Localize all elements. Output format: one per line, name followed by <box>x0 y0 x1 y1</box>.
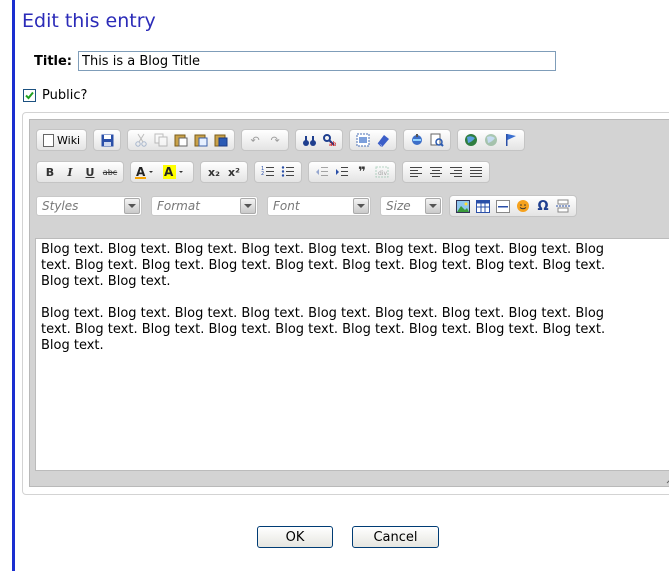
basic-style-group: B I U abc <box>36 161 124 183</box>
subscript-button[interactable]: x₂ <box>204 163 224 181</box>
chevron-down-icon[interactable] <box>425 198 441 214</box>
format-label: Format <box>157 199 200 213</box>
ok-button[interactable]: OK <box>257 526 333 548</box>
cut-icon[interactable] <box>131 131 151 149</box>
public-row: Public? <box>23 88 87 103</box>
text-color-icon[interactable]: A <box>134 163 162 181</box>
toolbar-row-2: B I U abc A A x₂ x² 12 ❞ div <box>36 160 496 184</box>
page-title: Edit this entry <box>22 10 156 32</box>
wiki-group: Wiki <box>36 129 88 151</box>
title-input[interactable] <box>78 51 557 71</box>
indent-icon[interactable] <box>332 163 352 181</box>
styles-combo[interactable]: Styles <box>36 196 142 216</box>
align-center-icon[interactable] <box>426 163 446 181</box>
remove-format-icon[interactable] <box>373 131 393 149</box>
save-icon[interactable] <box>97 131 117 149</box>
special-char-icon[interactable]: Ω <box>533 197 553 215</box>
replace-icon[interactable]: ab <box>319 131 339 149</box>
numbered-list-icon[interactable]: 12 <box>258 163 278 181</box>
title-label: Title: <box>34 53 73 69</box>
preview-icon[interactable] <box>427 131 447 149</box>
redo-icon[interactable]: ↷ <box>265 131 285 149</box>
clipboard-group <box>127 129 236 151</box>
blockquote-icon[interactable]: ❞ <box>352 163 372 181</box>
left-accent-bar <box>12 0 15 571</box>
svg-text:div: div <box>378 170 387 177</box>
bold-button[interactable]: B <box>40 163 60 181</box>
checkmark-icon <box>25 91 34 100</box>
svg-text:ab: ab <box>329 141 336 147</box>
find-icon[interactable] <box>299 131 319 149</box>
undo-icon[interactable]: ↶ <box>245 131 265 149</box>
svg-text:A: A <box>136 165 146 179</box>
color-group: A A <box>130 161 194 183</box>
copy-icon[interactable] <box>151 131 171 149</box>
align-right-icon[interactable] <box>446 163 466 181</box>
cancel-button[interactable]: Cancel <box>352 526 439 548</box>
document-icon <box>43 133 54 147</box>
content-paragraph-2: Blog text. Blog text. Blog text. Blog te… <box>41 306 606 353</box>
image-icon[interactable] <box>453 197 473 215</box>
superscript-button[interactable]: x² <box>224 163 244 181</box>
tools-group <box>403 129 452 151</box>
indent-group: ❞ div <box>308 161 396 183</box>
paste-icon[interactable] <box>171 131 191 149</box>
anchor-icon[interactable] <box>501 131 521 149</box>
dialog-buttons: OK Cancel <box>257 526 439 548</box>
toolbar-row-1: Wiki ↶ ↷ ab <box>36 128 531 152</box>
horizontal-rule-icon[interactable] <box>493 197 513 215</box>
svg-text:2: 2 <box>261 171 264 177</box>
title-row: Title: <box>34 50 557 72</box>
smiley-icon[interactable] <box>513 197 533 215</box>
editor-content-area[interactable]: Blog text. Blog text. Blog text. Blog te… <box>35 238 669 471</box>
content-paragraph-1: Blog text. Blog text. Blog text. Blog te… <box>41 242 606 289</box>
link-group <box>457 129 526 151</box>
align-justify-icon[interactable] <box>466 163 486 181</box>
paste-text-icon[interactable] <box>191 131 211 149</box>
font-combo[interactable]: Font <box>267 196 371 216</box>
public-label: Public? <box>42 88 88 103</box>
size-combo[interactable]: Size <box>380 196 443 216</box>
align-group <box>402 161 490 183</box>
styles-label: Styles <box>42 199 79 213</box>
select-group <box>349 129 398 151</box>
wiki-label: Wiki <box>57 133 81 147</box>
undo-group: ↶ ↷ <box>241 129 290 151</box>
insert-group: Ω <box>449 195 577 217</box>
public-checkbox[interactable] <box>23 89 36 102</box>
bulleted-list-icon[interactable] <box>278 163 298 181</box>
save-group <box>93 129 122 151</box>
wiki-button[interactable]: Wiki <box>40 133 83 147</box>
find-group: ab <box>295 129 344 151</box>
chevron-down-icon[interactable] <box>240 198 256 214</box>
select-all-icon[interactable] <box>353 131 373 149</box>
format-combo[interactable]: Format <box>151 196 258 216</box>
font-label: Font <box>273 199 300 213</box>
list-group: 12 <box>254 161 302 183</box>
italic-button[interactable]: I <box>60 163 80 181</box>
background-color-icon[interactable]: A <box>162 163 190 181</box>
size-label: Size <box>386 199 411 213</box>
paste-word-icon[interactable] <box>211 131 231 149</box>
link-icon[interactable] <box>461 131 481 149</box>
spell-check-icon[interactable] <box>407 131 427 149</box>
rich-text-editor: Wiki ↶ ↷ ab B I U abc A A x₂ x² 1 2 ❞ di… <box>29 119 669 487</box>
unlink-icon[interactable] <box>481 131 501 149</box>
chevron-down-icon[interactable] <box>124 198 140 214</box>
chevron-down-icon[interactable] <box>353 198 369 214</box>
toolbar-row-3: Styles Format Font Size Ω <box>36 194 583 218</box>
script-group: x₂ x² <box>200 161 248 183</box>
create-div-icon[interactable]: div <box>372 163 392 181</box>
svg-text:A: A <box>164 165 174 179</box>
underline-button[interactable]: U <box>80 163 100 181</box>
table-icon[interactable] <box>473 197 493 215</box>
page-break-icon[interactable] <box>553 197 573 215</box>
strike-button[interactable]: abc <box>100 163 120 181</box>
outdent-icon[interactable] <box>312 163 332 181</box>
align-left-icon[interactable] <box>406 163 426 181</box>
editor-frame: Wiki ↶ ↷ ab B I U abc A A x₂ x² 1 2 ❞ di… <box>22 112 669 495</box>
